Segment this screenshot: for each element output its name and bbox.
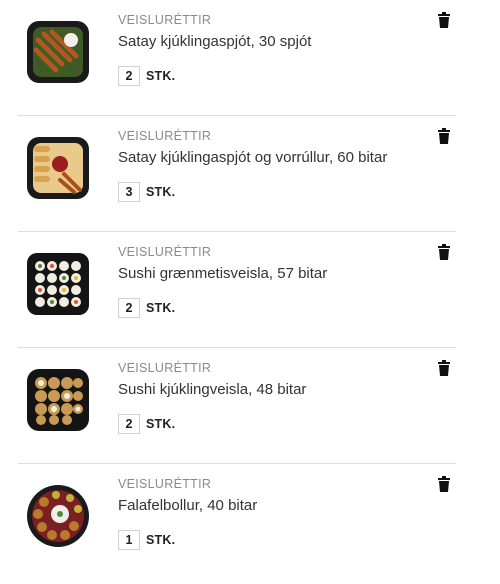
item-category: VEISLURÉTTIR <box>118 477 212 491</box>
quantity-field[interactable]: 2 <box>118 66 140 86</box>
quantity-row: 1 STK. <box>118 530 175 550</box>
product-image-sushi-chicken[interactable] <box>24 366 92 434</box>
quantity-row: 2 STK. <box>118 298 175 318</box>
item-category: VEISLURÉTTIR <box>118 245 212 259</box>
item-category: VEISLURÉTTIR <box>118 129 212 143</box>
quantity-unit: STK. <box>146 185 176 199</box>
quantity-unit: STK. <box>146 301 176 315</box>
item-title[interactable]: Sushi grænmetisveisla, 57 bitar <box>118 265 327 282</box>
item-title[interactable]: Sushi kjúklingveisla, 48 bitar <box>118 381 306 398</box>
quantity-unit: STK. <box>146 533 176 547</box>
cart-item: VEISLURÉTTIR Satay kjúklingaspjót og vor… <box>0 116 500 232</box>
cart-item-list: VEISLURÉTTIR Satay kjúklingaspjót, 30 sp… <box>0 0 500 580</box>
quantity-row: 2 STK. <box>118 66 175 86</box>
cart-item: VEISLURÉTTIR Sushi kjúklingveisla, 48 bi… <box>0 348 500 464</box>
item-title[interactable]: Falafelbollur, 40 bitar <box>118 497 257 514</box>
product-image-falafel-balls[interactable] <box>24 482 92 550</box>
quantity-row: 3 STK. <box>118 182 175 202</box>
item-category: VEISLURÉTTIR <box>118 13 212 27</box>
trash-icon[interactable] <box>437 128 451 144</box>
product-image-satay-skewers[interactable] <box>24 18 92 86</box>
product-image-satay-spring-rolls[interactable] <box>24 134 92 202</box>
item-title[interactable]: Satay kjúklingaspjót og vorrúllur, 60 bi… <box>118 149 387 166</box>
cart-item: VEISLURÉTTIR Satay kjúklingaspjót, 30 sp… <box>0 0 500 116</box>
quantity-field[interactable]: 2 <box>118 298 140 318</box>
trash-icon[interactable] <box>437 12 451 28</box>
trash-icon[interactable] <box>437 360 451 376</box>
quantity-unit: STK. <box>146 417 176 431</box>
quantity-field[interactable]: 2 <box>118 414 140 434</box>
trash-icon[interactable] <box>437 244 451 260</box>
quantity-unit: STK. <box>146 69 176 83</box>
item-category: VEISLURÉTTIR <box>118 361 212 375</box>
quantity-row: 2 STK. <box>118 414 175 434</box>
cart-item: VEISLURÉTTIR Sushi grænmetisveisla, 57 b… <box>0 232 500 348</box>
quantity-field[interactable]: 1 <box>118 530 140 550</box>
trash-icon[interactable] <box>437 476 451 492</box>
item-title[interactable]: Satay kjúklingaspjót, 30 spjót <box>118 33 311 50</box>
quantity-field[interactable]: 3 <box>118 182 140 202</box>
product-image-sushi-vegetarian[interactable] <box>24 250 92 318</box>
cart-item: VEISLURÉTTIR Falafelbollur, 40 bitar 1 S… <box>0 464 500 580</box>
